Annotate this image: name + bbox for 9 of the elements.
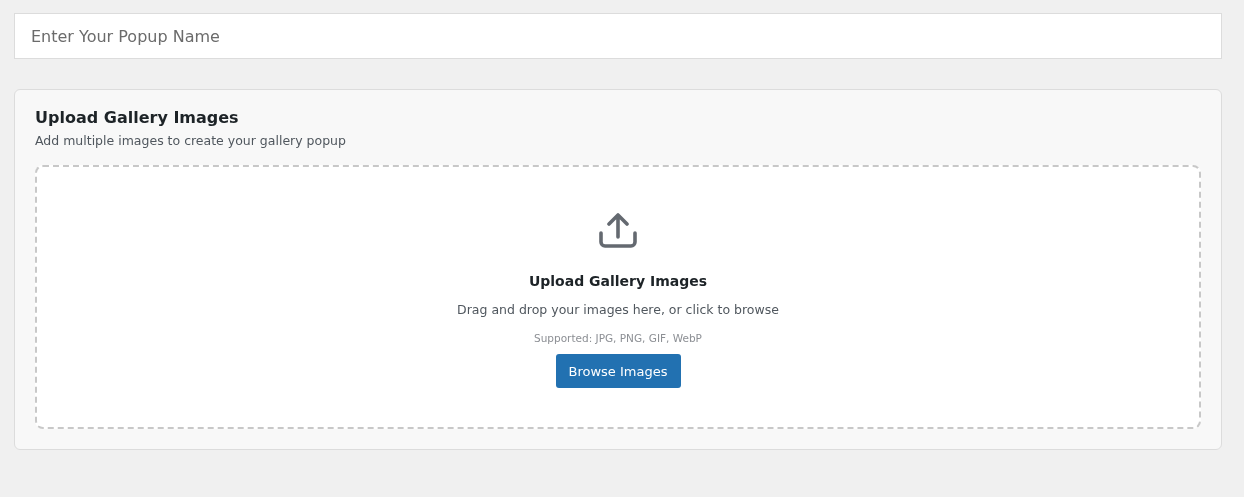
- supported-formats: Supported: JPG, PNG, GIF, WebP: [534, 332, 702, 344]
- card-title: Upload Gallery Images: [35, 108, 240, 127]
- upload-icon: [598, 213, 638, 249]
- dropzone[interactable]: Upload Gallery Images Drag and drop your images here, or click to browse Supported: JPG, PNG, GIF, WebP Browse Images: [35, 165, 1201, 429]
- dropzone-title: Upload Gallery Images: [528, 273, 708, 289]
- browse-images-button[interactable]: Browse Images: [555, 354, 681, 388]
- dropzone-hint: Drag and drop your images here, or click to browse: [457, 302, 779, 317]
- popup-name-field[interactable]: Enter Your Popup Name: [14, 13, 1222, 59]
- card-subtitle: Add multiple images to create your gallery popup: [35, 133, 347, 148]
